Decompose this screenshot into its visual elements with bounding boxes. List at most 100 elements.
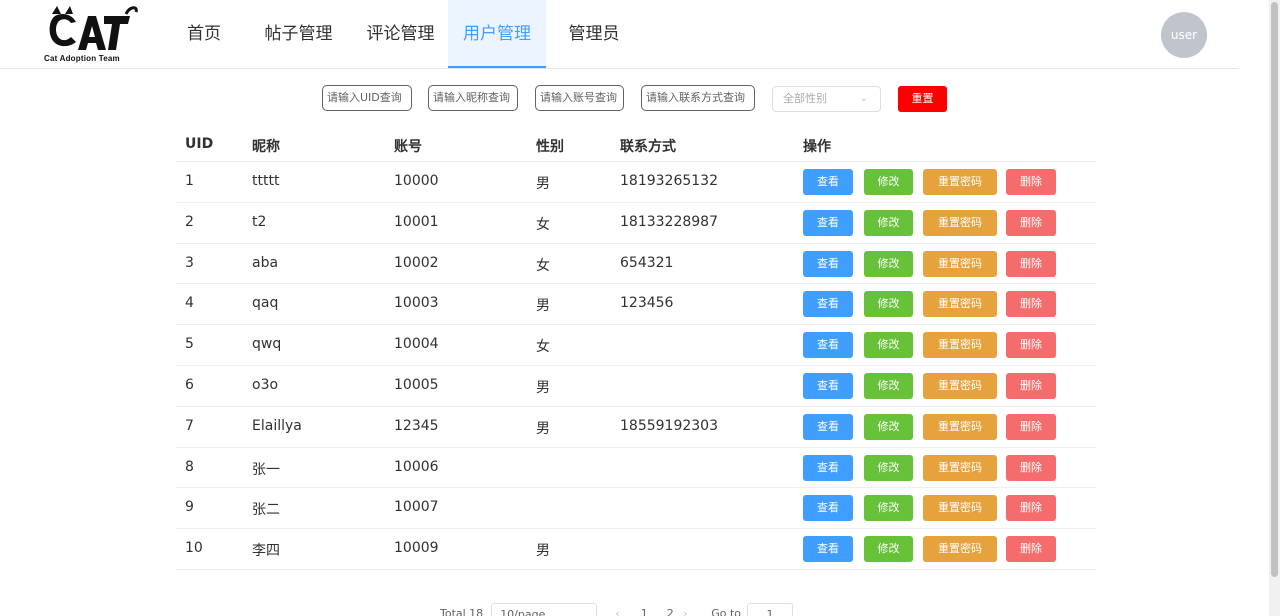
- delete-button[interactable]: 删除: [1006, 169, 1056, 195]
- reset-password-button[interactable]: 重置密码: [923, 372, 997, 399]
- scrollbar-thumb[interactable]: [1271, 2, 1278, 577]
- cell-contact: 18559192303: [620, 417, 718, 434]
- col-gender-header: 性别: [536, 139, 564, 155]
- page-number[interactable]: 2: [657, 603, 683, 616]
- delete-button[interactable]: 删除: [1006, 372, 1056, 399]
- next-page-icon[interactable]: ›: [683, 603, 699, 616]
- cell-contact: 18133228987: [620, 213, 718, 230]
- table-row: 7 Elaillya 12345 男 18559192303 查看 修改 重置密码 删除: [176, 407, 1096, 448]
- view-button[interactable]: 查看: [803, 454, 853, 481]
- view-button[interactable]: 查看: [803, 209, 853, 236]
- col-uid-header: UID: [185, 136, 214, 152]
- page-number[interactable]: 1: [631, 603, 657, 616]
- table-row: 5 qwq 10004 女 查看 修改 重置密码 删除: [176, 325, 1096, 366]
- table-row: 10 李四 10009 男 查看 修改 重置密码 删除: [176, 529, 1096, 570]
- reset-password-button[interactable]: 重置密码: [923, 536, 997, 563]
- cell-account: 10005: [394, 376, 439, 393]
- reset-password-button[interactable]: 重置密码: [923, 413, 997, 440]
- contact-search-input[interactable]: 请输入联系方式查询: [641, 85, 755, 111]
- cell-uid: 6: [185, 376, 194, 393]
- cat-adoption-team-logo[interactable]: Cat Adoption Team: [40, 4, 140, 66]
- cell-nickname: o3o: [252, 376, 279, 393]
- col-account-header: 账号: [394, 139, 422, 155]
- reset-password-button[interactable]: 重置密码: [923, 250, 997, 277]
- view-button[interactable]: 查看: [803, 372, 853, 399]
- view-button[interactable]: 查看: [803, 250, 853, 277]
- reset-password-button[interactable]: 重置密码: [923, 209, 997, 236]
- delete-button[interactable]: 删除: [1006, 291, 1056, 318]
- vertical-scrollbar[interactable]: [1269, 0, 1280, 616]
- cell-nickname: Elaillya: [252, 417, 302, 434]
- view-button[interactable]: 查看: [803, 291, 853, 318]
- delete-button[interactable]: 删除: [1006, 454, 1056, 481]
- prev-page-icon[interactable]: ‹: [615, 603, 631, 616]
- page-size-select[interactable]: 10/page: [491, 603, 598, 616]
- nav-comment-management[interactable]: 评论管理: [353, 0, 448, 68]
- reset-button[interactable]: 重置: [898, 86, 947, 112]
- nav-user-management[interactable]: 用户管理: [448, 0, 546, 68]
- edit-button[interactable]: 修改: [864, 169, 913, 195]
- cell-uid: 3: [185, 254, 194, 271]
- edit-button[interactable]: 修改: [864, 454, 913, 481]
- goto-page-input[interactable]: 1: [746, 603, 793, 616]
- cell-account: 10009: [394, 540, 439, 557]
- table-row: 6 o3o 10005 男 查看 修改 重置密码 删除: [176, 366, 1096, 407]
- edit-button[interactable]: 修改: [864, 332, 913, 359]
- reset-password-button[interactable]: 重置密码: [923, 332, 997, 359]
- uid-search-input[interactable]: 请输入UID查询: [322, 85, 412, 111]
- reset-password-button[interactable]: 重置密码: [923, 291, 997, 318]
- cell-uid: 1: [185, 173, 194, 189]
- view-button[interactable]: 查看: [803, 413, 853, 440]
- nav-administrators[interactable]: 管理员: [546, 0, 642, 68]
- top-navbar: Cat Adoption Team 首页 帖子管理 评论管理 用户管理 管理员 …: [0, 0, 1238, 69]
- cell-nickname: ttttt: [252, 173, 280, 189]
- cell-gender: 女: [536, 339, 550, 356]
- nav-post-management[interactable]: 帖子管理: [244, 0, 353, 68]
- edit-button[interactable]: 修改: [864, 291, 913, 318]
- edit-button[interactable]: 修改: [864, 413, 913, 440]
- delete-button[interactable]: 删除: [1006, 413, 1056, 440]
- edit-button[interactable]: 修改: [864, 209, 913, 236]
- table-row: 9 张二 10007 查看 修改 重置密码 删除: [176, 488, 1096, 530]
- edit-button[interactable]: 修改: [864, 495, 913, 522]
- edit-button[interactable]: 修改: [864, 536, 913, 563]
- table-row: 1 ttttt 10000 男 18193265132 查看 修改 重置密码 删除: [176, 162, 1096, 203]
- cell-uid: 4: [185, 295, 194, 312]
- table-row: 8 张一 10006 查看 修改 重置密码 删除: [176, 448, 1096, 489]
- chevron-down-icon: ⌄: [859, 93, 868, 104]
- cell-nickname: aba: [252, 254, 279, 271]
- cell-uid: 8: [185, 458, 194, 475]
- delete-button[interactable]: 删除: [1006, 209, 1056, 236]
- cell-contact: 123456: [620, 295, 674, 312]
- nav-home[interactable]: 首页: [164, 0, 244, 68]
- view-button[interactable]: 查看: [803, 495, 853, 522]
- cell-uid: 5: [185, 336, 194, 353]
- cell-nickname: 李四: [252, 543, 280, 560]
- account-search-input[interactable]: 请输入账号查询: [535, 85, 624, 111]
- delete-button[interactable]: 删除: [1006, 495, 1056, 522]
- user-table: UID 昵称 账号 性别 联系方式 操作 1 ttttt 10000 男 1819326…: [176, 124, 1096, 570]
- cell-nickname: qwq: [252, 336, 282, 353]
- cell-nickname: 张二: [252, 502, 280, 519]
- reset-password-button[interactable]: 重置密码: [923, 495, 997, 522]
- user-avatar[interactable]: user: [1161, 12, 1207, 58]
- view-button[interactable]: 查看: [803, 169, 853, 195]
- cell-account: 12345: [394, 417, 439, 434]
- delete-button[interactable]: 删除: [1006, 250, 1056, 277]
- view-button[interactable]: 查看: [803, 332, 853, 359]
- cell-contact: 654321: [620, 254, 674, 271]
- delete-button[interactable]: 删除: [1006, 332, 1056, 359]
- table-header: UID 昵称 账号 性别 联系方式 操作: [176, 124, 1096, 162]
- reset-password-button[interactable]: 重置密码: [923, 454, 997, 481]
- edit-button[interactable]: 修改: [864, 372, 913, 399]
- pagination: Total 18 10/page ‹ 1 2 › Go to 1: [440, 603, 793, 616]
- cell-nickname: t2: [252, 213, 267, 230]
- gender-select[interactable]: 全部性别 ⌄: [772, 86, 881, 112]
- delete-button[interactable]: 删除: [1006, 536, 1056, 563]
- view-button[interactable]: 查看: [803, 536, 853, 563]
- reset-password-button[interactable]: 重置密码: [923, 169, 997, 195]
- nickname-search-input[interactable]: 请输入昵称查询: [428, 85, 518, 111]
- col-actions-header: 操作: [803, 139, 831, 155]
- cell-gender: 男: [536, 298, 550, 315]
- edit-button[interactable]: 修改: [864, 250, 913, 277]
